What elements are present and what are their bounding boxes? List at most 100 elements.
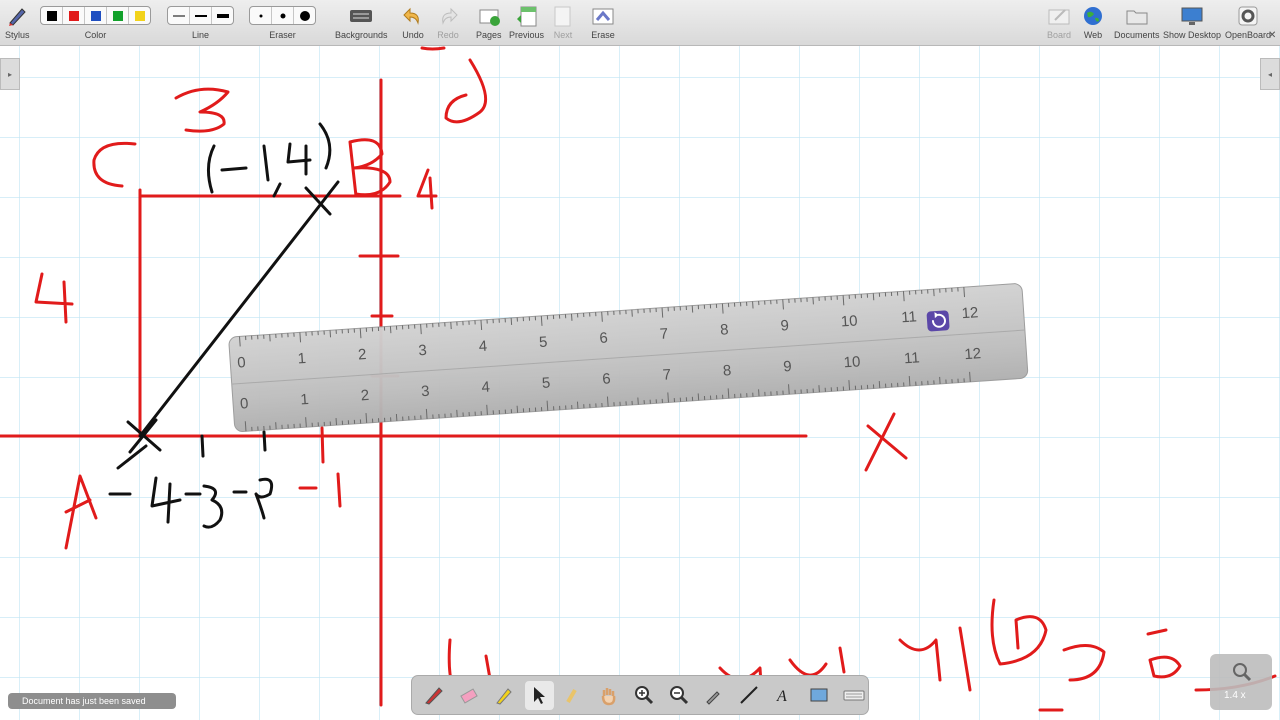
ruler-number-top: 8 xyxy=(720,321,729,339)
ruler-tick xyxy=(359,328,362,339)
zoom-in-tool-button[interactable] xyxy=(630,681,659,710)
eraser-medium-button[interactable] xyxy=(272,7,294,24)
ruler-tick xyxy=(239,336,241,347)
ruler-number-bottom: 3 xyxy=(421,383,430,401)
ruler-tick xyxy=(848,380,851,391)
eraser-small-button[interactable] xyxy=(250,7,272,24)
ruler-number-bottom: 4 xyxy=(481,379,490,397)
ruler-tick xyxy=(667,392,669,403)
line-thin-button[interactable] xyxy=(168,7,190,24)
status-message: Document has just been saved xyxy=(8,693,176,709)
web-button[interactable]: Web xyxy=(1082,2,1104,40)
ruler-tick xyxy=(721,303,724,314)
previous-page-icon xyxy=(515,2,539,29)
redo-icon xyxy=(437,2,459,29)
ruler-number-top: 9 xyxy=(780,317,789,335)
ruler-tick xyxy=(365,413,368,424)
erase-page-icon xyxy=(591,2,615,29)
monitor-icon xyxy=(1180,2,1204,29)
right-panel-toggle[interactable]: ◂ xyxy=(1260,58,1280,90)
svg-text:A: A xyxy=(776,688,787,705)
color-swatch-yellow[interactable] xyxy=(129,7,150,24)
rotate-icon[interactable] xyxy=(926,310,950,332)
pointer-icon xyxy=(534,687,546,704)
previous-page-button[interactable]: Previous xyxy=(509,2,544,40)
curve-top-left xyxy=(420,46,446,51)
tool-dock: A xyxy=(411,675,869,715)
ruler-number-bottom: 9 xyxy=(783,358,792,376)
capture-tool-button[interactable] xyxy=(804,681,833,710)
virtual-keyboard-button[interactable] xyxy=(839,681,868,710)
zoom-out-icon xyxy=(669,686,688,705)
stylus-icon xyxy=(6,2,28,29)
line-icon xyxy=(740,686,758,704)
zoom-out-tool-button[interactable] xyxy=(664,681,693,710)
eraser-large-button[interactable] xyxy=(294,7,315,24)
ruler-tick xyxy=(842,295,845,306)
ruler-number-bottom: 0 xyxy=(240,395,249,413)
zoom-in-icon xyxy=(634,686,654,705)
ruler-number-bottom: 1 xyxy=(300,391,309,409)
ruler-number-bottom: 10 xyxy=(843,353,861,371)
ruler-tick xyxy=(606,396,609,407)
color-swatch-blue[interactable] xyxy=(85,7,107,24)
ruler-number-top: 5 xyxy=(539,334,548,352)
text-icon: A xyxy=(776,688,787,705)
text-tool-button[interactable]: A xyxy=(769,681,798,710)
left-panel-toggle[interactable]: ▸ xyxy=(0,58,20,90)
documents-button[interactable]: Documents xyxy=(1114,2,1160,40)
highlighter-tool-button[interactable] xyxy=(490,681,519,710)
whiteboard-canvas[interactable]: 0 1 2 3 4 5 6 7 8 9 10 11 12 0 1 2 3 4 5 6 7 8 9 10 11 12 ▸ ◂ xyxy=(0,46,1280,720)
magnifier-icon xyxy=(1233,663,1252,682)
ruler-tick xyxy=(244,421,247,432)
show-desktop-button[interactable]: Show Desktop xyxy=(1163,2,1221,40)
folder-icon xyxy=(1125,2,1149,29)
eyedropper-tool-button[interactable] xyxy=(699,681,728,710)
ruler-number-bottom: 12 xyxy=(964,345,982,363)
laser-pointer-icon xyxy=(566,688,577,704)
color-swatch-red[interactable] xyxy=(63,7,85,24)
line-thick-button[interactable] xyxy=(212,7,233,24)
openboard-button[interactable]: OpenBoard xyxy=(1225,2,1271,40)
ruler-tick xyxy=(540,315,543,326)
pointer-tool-button[interactable] xyxy=(524,680,554,710)
capture-icon xyxy=(810,688,828,702)
pen-tool-button[interactable] xyxy=(420,681,449,710)
ruler-number-top: 4 xyxy=(478,338,487,356)
color-picker: Color xyxy=(40,2,151,40)
color-swatch-green[interactable] xyxy=(107,7,129,24)
line-tool-button[interactable] xyxy=(734,681,763,710)
eraser-size-picker: Eraser xyxy=(249,2,316,40)
eraser-icon xyxy=(460,688,479,704)
ruler-tick xyxy=(969,371,971,382)
ruler-number-bottom: 11 xyxy=(903,349,920,367)
globe-icon xyxy=(1082,2,1104,29)
color-swatch-black[interactable] xyxy=(41,7,63,24)
ruler-tick xyxy=(788,384,790,395)
next-page-button[interactable]: Next xyxy=(552,2,574,40)
ruler-tick xyxy=(420,324,422,335)
ruler-number-bottom: 5 xyxy=(541,374,550,392)
ruler-tick xyxy=(546,400,549,411)
zoom-level: 1.4 x xyxy=(1224,690,1246,701)
ruler-tick xyxy=(727,388,730,399)
line-medium-button[interactable] xyxy=(190,7,212,24)
close-icon[interactable]: ✕ xyxy=(1268,30,1276,41)
backgrounds-button[interactable]: Backgrounds xyxy=(335,2,388,40)
hand-tool-button[interactable] xyxy=(595,681,624,710)
next-page-icon xyxy=(552,2,574,29)
keyboard-icon xyxy=(349,2,373,29)
eraser-tool-button[interactable] xyxy=(455,681,484,710)
erase-page-button[interactable]: Erase xyxy=(591,2,615,40)
laser-pointer-tool-button[interactable] xyxy=(560,681,589,710)
pages-button[interactable]: Pages xyxy=(476,2,502,40)
undo-button[interactable]: Undo xyxy=(402,2,424,40)
ruler-number-top: 11 xyxy=(901,308,918,326)
redo-button[interactable]: Redo xyxy=(437,2,459,40)
stylus-button[interactable]: Stylus xyxy=(5,2,30,40)
ruler-number-top: 1 xyxy=(297,350,306,368)
board-button[interactable]: Board xyxy=(1047,2,1071,40)
keyboard-icon xyxy=(843,690,865,701)
highlighter-icon xyxy=(496,688,512,705)
undo-icon xyxy=(402,2,424,29)
